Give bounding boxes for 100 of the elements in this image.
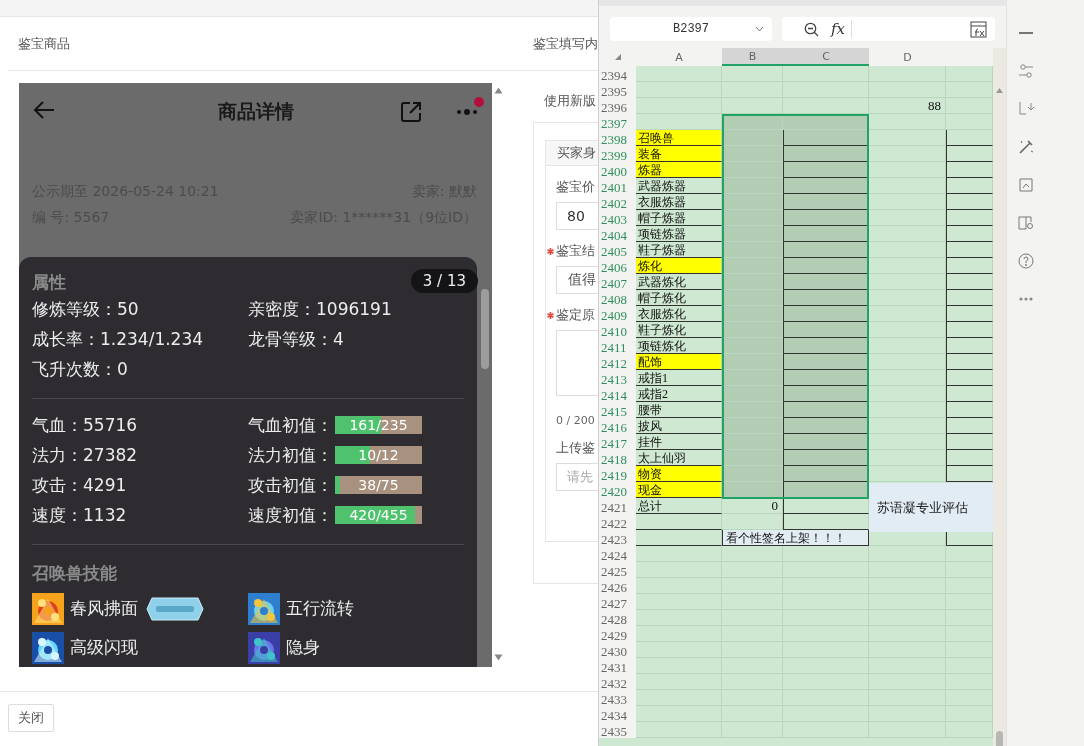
table-cell [722,338,783,354]
table-cell [722,226,783,242]
page-title: 商品详情 [217,98,294,124]
row-number[interactable]: 2415 [599,402,636,418]
row-number[interactable]: 2420 [599,482,636,498]
cell-reference: B2397 [673,22,709,36]
row-number[interactable]: 2394 [599,66,636,82]
name-box[interactable]: B2397 [610,17,772,41]
share-icon[interactable] [400,100,422,123]
scroll-up-icon[interactable] [996,88,1003,93]
row-number[interactable]: 2425 [599,562,636,578]
row-number[interactable]: 2400 [599,162,636,178]
table-cell: 衣服炼化 [636,306,722,322]
sliders-icon[interactable] [1016,62,1035,80]
zoom-out-icon[interactable] [804,21,819,37]
page-counter: 3 / 13 [410,269,478,293]
character-count: 0 / 200 [556,414,596,427]
table-cell: 武器炼化 [636,274,722,290]
back-arrow-icon[interactable] [33,99,55,120]
column-header[interactable]: C [783,48,869,66]
row-number[interactable]: 2407 [599,274,636,290]
row-number[interactable]: 2421 [599,498,636,514]
book-search-icon[interactable] [1016,214,1035,232]
table-cell [722,258,783,274]
table-cell [722,418,783,434]
row-number[interactable]: 2411 [599,338,636,354]
table-cell [722,178,783,194]
function-label[interactable]: fx [831,20,852,38]
row-number[interactable]: 2426 [599,578,636,594]
row-number[interactable]: 2427 [599,594,636,610]
table-cell [722,242,783,258]
row-number[interactable]: 2417 [599,434,636,450]
formula-bar[interactable]: fx [782,17,995,41]
row-number[interactable]: 2434 [599,706,636,722]
row-number[interactable]: 2410 [599,322,636,338]
version-switch-label[interactable]: 使用新版 [544,92,598,110]
row-number[interactable]: 2430 [599,642,636,658]
table-cell [722,466,783,482]
close-button[interactable]: 关闭 [8,704,54,732]
floating-text-box: 苏语凝专业评估 [869,483,993,532]
row-number[interactable]: 2399 [599,146,636,162]
row-number[interactable]: 2409 [599,306,636,322]
row-number[interactable]: 2406 [599,258,636,274]
attribute-text: 飞升次数：0 [32,358,128,381]
row-number[interactable]: 2404 [599,226,636,242]
row-number[interactable]: 2403 [599,210,636,226]
table-cell [722,210,783,226]
scrollbar-thumb[interactable] [480,289,489,369]
row-number[interactable]: 2431 [599,658,636,674]
table-cell: 腰带 [636,402,722,418]
table-cell [722,194,783,210]
skill-name: 春风拂面 [70,597,138,620]
column-header[interactable]: B [722,48,783,66]
attribute-text: 修炼等级：50 [32,298,139,321]
table-cell [722,98,783,114]
row-number[interactable]: 2416 [599,418,636,434]
row-number[interactable]: 2422 [599,514,636,530]
table-cell: 帽子炼化 [636,290,722,306]
aptitude-reading: 420/455 [349,506,408,524]
row-number[interactable]: 2424 [599,546,636,562]
table-cell [722,434,783,450]
table-cell: 戒指1 [636,370,722,386]
row-number[interactable]: 2401 [599,178,636,194]
row-number[interactable]: 2433 [599,690,636,706]
aptitude-reading: 161/235 [349,416,408,434]
row-number[interactable]: 2412 [599,354,636,370]
row-number[interactable]: 2429 [599,626,636,642]
row-number[interactable]: 2428 [599,610,636,626]
row-number[interactable]: 2395 [599,82,636,98]
table-cell [722,546,783,562]
row-number[interactable]: 2405 [599,242,636,258]
select-all-icon[interactable] [614,54,621,60]
row-number[interactable]: 2418 [599,450,636,466]
row-number[interactable]: 2432 [599,674,636,690]
row-number[interactable]: 2397 [599,114,636,130]
row-number[interactable]: 2402 [599,194,636,210]
table-cell: 0 [722,498,783,514]
row-number[interactable]: 2414 [599,386,636,402]
row-number[interactable]: 2435 [599,722,636,738]
table-cell [722,162,783,178]
table-cell: 炼化 [636,258,722,274]
table-cell [722,386,783,402]
help-icon[interactable] [1016,252,1035,270]
column-header[interactable]: D [869,48,946,66]
table-cell: 戒指2 [636,386,722,402]
aptitude-label: 速度初值： [248,504,333,527]
row-number[interactable]: 2398 [599,130,636,146]
row-number[interactable]: 2396 [599,98,636,114]
row-number[interactable]: 2408 [599,290,636,306]
tab[interactable]: 买家身 [546,141,598,166]
vertical-scrollbar[interactable] [993,48,1006,746]
scroll-down-icon[interactable] [494,654,503,661]
row-number[interactable]: 2419 [599,466,636,482]
row-number[interactable]: 2413 [599,370,636,386]
column-header[interactable]: A [636,48,722,66]
more-icon[interactable] [456,107,478,116]
dropdown-caret-icon[interactable] [755,26,764,32]
row-number[interactable]: 2423 [599,530,636,546]
scroll-up-icon[interactable] [494,87,503,94]
insert-function-icon[interactable] [970,20,987,38]
